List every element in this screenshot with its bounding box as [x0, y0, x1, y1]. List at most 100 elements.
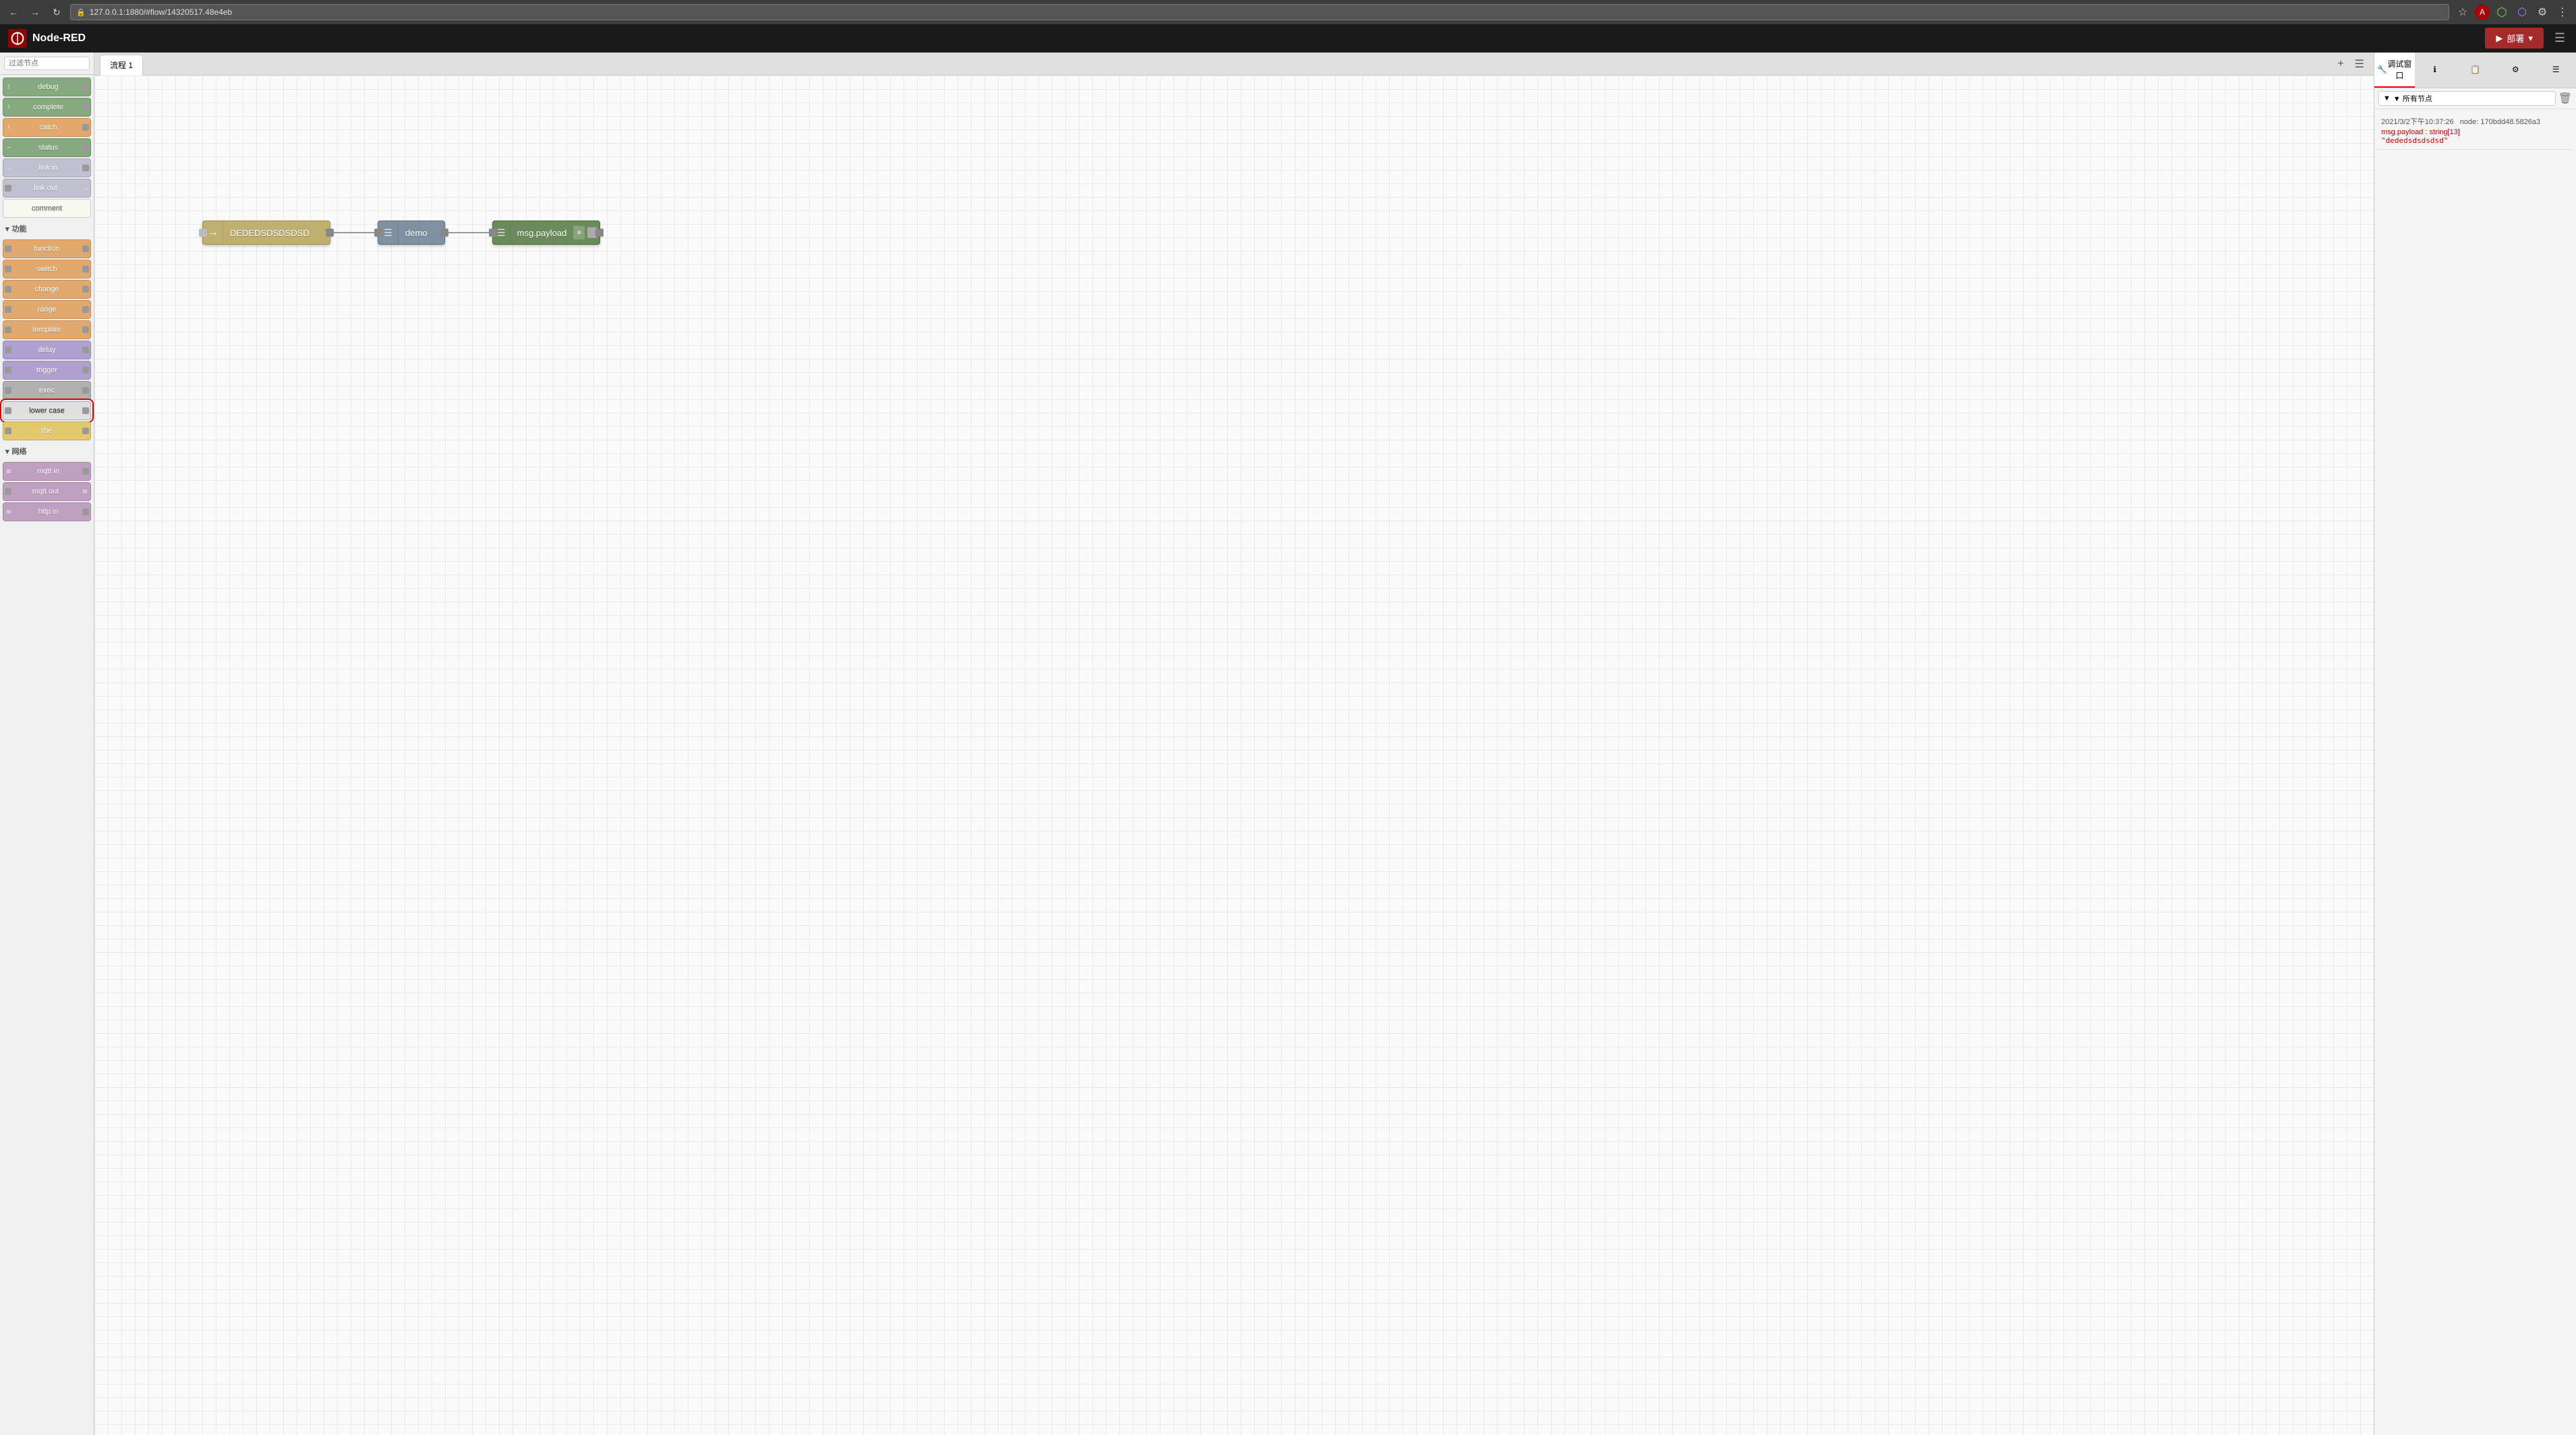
- exec-port-left: [5, 387, 11, 394]
- palette-search-container: [0, 53, 94, 75]
- node-palette: ! debug ! complete ! catch ~ status →: [0, 53, 94, 1435]
- delay-port-left: [5, 347, 11, 353]
- httpin-palette-icon: ≋: [3, 506, 14, 517]
- palette-node-lower-case[interactable]: lower case: [3, 401, 91, 420]
- palette-node-change[interactable]: change: [3, 280, 91, 299]
- switch-port-right: [82, 266, 89, 272]
- forward-button[interactable]: →: [27, 4, 43, 20]
- palette-node-switch[interactable]: switch: [3, 260, 91, 279]
- change-port-left: [5, 286, 11, 293]
- canvas-node-input[interactable]: → DEDEDSDSDSDSD: [202, 221, 330, 245]
- debug-msg-type: msg.payload : string[13]: [2381, 128, 2569, 136]
- msgpayload-debug-btn[interactable]: ≡: [573, 226, 585, 239]
- palette-node-complete[interactable]: ! complete: [3, 98, 91, 117]
- palette-node-debug[interactable]: ! debug: [3, 78, 91, 96]
- right-panel: 🔧 调试窗口 ℹ 📋 ⚙ ☰ ▼ ▼ 所有节点 🗑 2021/3/2下午10:3…: [2374, 53, 2576, 1435]
- palette-search-input[interactable]: [4, 57, 90, 70]
- right-panel-tabs: 🔧 调试窗口 ℹ 📋 ⚙ ☰: [2374, 53, 2576, 88]
- flow-area: 流程 1 + ☰ → DEDEDSDSDSDSD ☰ demo: [94, 53, 2374, 1435]
- palette-node-catch[interactable]: ! catch: [3, 118, 91, 137]
- bookmark-btn[interactable]: ☆: [2455, 4, 2471, 20]
- category-function[interactable]: ▾ 功能: [0, 221, 94, 237]
- palette-node-mqtt-out[interactable]: mqtt out ≋: [3, 482, 91, 501]
- canvas-node-msg-payload[interactable]: ☰ msg.payload ≡: [492, 221, 600, 245]
- linkout-palette-icon: →: [80, 183, 90, 194]
- rp-tab-debug[interactable]: 🔧 调试窗口: [2374, 53, 2415, 88]
- nr-topbar: Node-RED ▶ 部署 ▾ ☰: [0, 24, 2576, 53]
- msgpayload-node-port-right: [595, 229, 604, 237]
- input-node-port-right: [326, 229, 334, 237]
- palette-node-link-in[interactable]: → link in: [3, 158, 91, 177]
- trigger-port-right: [82, 367, 89, 374]
- palette-node-mqtt-in[interactable]: ≋ mqtt in: [3, 462, 91, 481]
- debug-messages-list: 2021/3/2下午10:37:26 node: 170bdd48.5826a3…: [2374, 109, 2576, 1435]
- reload-button[interactable]: ↻: [49, 4, 65, 20]
- filter-label: ▼ 所有节点: [2393, 93, 2432, 104]
- linkin-palette-icon: →: [3, 163, 14, 173]
- template-port-right: [82, 326, 89, 333]
- address-bar[interactable]: 🔒 127.0.0.1:1880/#flow/14320517.48e4eb: [70, 4, 2449, 20]
- catch-palette-icon: !: [3, 122, 14, 133]
- flow-tab-actions: + ☰: [2333, 56, 2368, 75]
- deploy-dropdown-icon: ▾: [2528, 33, 2533, 44]
- palette-node-template[interactable]: template: [3, 320, 91, 339]
- palette-node-trigger[interactable]: trigger: [3, 361, 91, 380]
- category-network[interactable]: ▾ 网络: [0, 443, 94, 459]
- palette-node-http-in[interactable]: ≋ http in: [3, 502, 91, 521]
- flow-list-btn[interactable]: ☰: [2351, 56, 2368, 72]
- palette-node-link-out[interactable]: link out →: [3, 179, 91, 198]
- add-flow-btn[interactable]: +: [2333, 57, 2347, 71]
- linkout-port-left: [5, 185, 11, 192]
- browser-menu-btn[interactable]: ⋮: [2554, 4, 2571, 20]
- mqttout-palette-icon: ≋: [80, 486, 90, 497]
- exec-port-right: [82, 387, 89, 394]
- palette-node-function[interactable]: function: [3, 239, 91, 258]
- flow-tab-1[interactable]: 流程 1: [100, 55, 143, 76]
- rp-tab-info[interactable]: ℹ: [2415, 53, 2455, 88]
- palette-node-delay[interactable]: delay: [3, 341, 91, 359]
- status-palette-icon: ~: [3, 142, 14, 153]
- demo-node-port-right: [440, 229, 448, 237]
- topbar-menu-btn[interactable]: ☰: [2552, 28, 2568, 48]
- demo-node-label: demo: [399, 228, 434, 238]
- profile-btn[interactable]: A: [2475, 5, 2490, 20]
- palette-node-range[interactable]: range: [3, 300, 91, 319]
- canvas-node-demo[interactable]: ☰ demo: [378, 221, 445, 245]
- extension-btn[interactable]: ⬡: [2494, 4, 2510, 20]
- rp-tab-settings[interactable]: ⚙: [2495, 53, 2536, 88]
- catch-port-right: [82, 124, 89, 131]
- debug-msg-timestamp: 2021/3/2下午10:37:26: [2381, 118, 2454, 126]
- input-node-label: DEDEDSDSDSDSD: [223, 228, 316, 238]
- deploy-label: 部署: [2507, 32, 2524, 45]
- switch-port-left: [5, 266, 11, 272]
- rp-toolbar: ▼ ▼ 所有节点 🗑: [2374, 88, 2576, 109]
- function-port-right: [82, 245, 89, 252]
- change-port-right: [82, 286, 89, 293]
- category-arrow: ▾: [5, 225, 9, 233]
- deploy-button[interactable]: ▶ 部署 ▾: [2485, 28, 2544, 49]
- complete-palette-icon: !: [3, 102, 14, 113]
- flow-canvas[interactable]: → DEDEDSDSDSDSD ☰ demo ☰ msg.payload ≡: [94, 76, 2374, 1435]
- palette-node-exec[interactable]: exec: [3, 381, 91, 400]
- rp-clear-button[interactable]: 🗑: [2558, 92, 2572, 105]
- palette-node-status[interactable]: ~ status: [3, 138, 91, 157]
- function-port-left: [5, 245, 11, 252]
- rp-tab-help[interactable]: 📋: [2455, 53, 2496, 88]
- network-nodes-group: ≋ mqtt in mqtt out ≋ ≋ http in: [0, 459, 94, 524]
- back-button[interactable]: ←: [5, 4, 22, 20]
- msgpayload-node-label: msg.payload: [510, 228, 574, 238]
- complete-port-right: [82, 104, 89, 111]
- debug-msg-header: 2021/3/2下午10:37:26 node: 170bdd48.5826a3: [2381, 116, 2569, 127]
- palette-node-comment[interactable]: comment: [3, 199, 91, 218]
- lowercase-port-left: [5, 407, 11, 414]
- palette-node-rbe[interactable]: rbe: [3, 421, 91, 440]
- browser-chrome: ← → ↻ 🔒 127.0.0.1:1880/#flow/14320517.48…: [0, 0, 2576, 24]
- browser-icon-group: ☆ A ⬡ ⬡ ⚙ ⋮: [2455, 4, 2571, 20]
- function-nodes-group: function switch change range template: [0, 237, 94, 443]
- extension2-btn[interactable]: ⬡: [2514, 4, 2530, 20]
- rp-tab-more[interactable]: ☰: [2536, 53, 2576, 88]
- debug-msg-node: node: 170bdd48.5826a3: [2460, 118, 2540, 126]
- app-title: Node-RED: [32, 32, 86, 45]
- extension3-btn[interactable]: ⚙: [2534, 4, 2550, 20]
- debug-port-right: [82, 84, 89, 90]
